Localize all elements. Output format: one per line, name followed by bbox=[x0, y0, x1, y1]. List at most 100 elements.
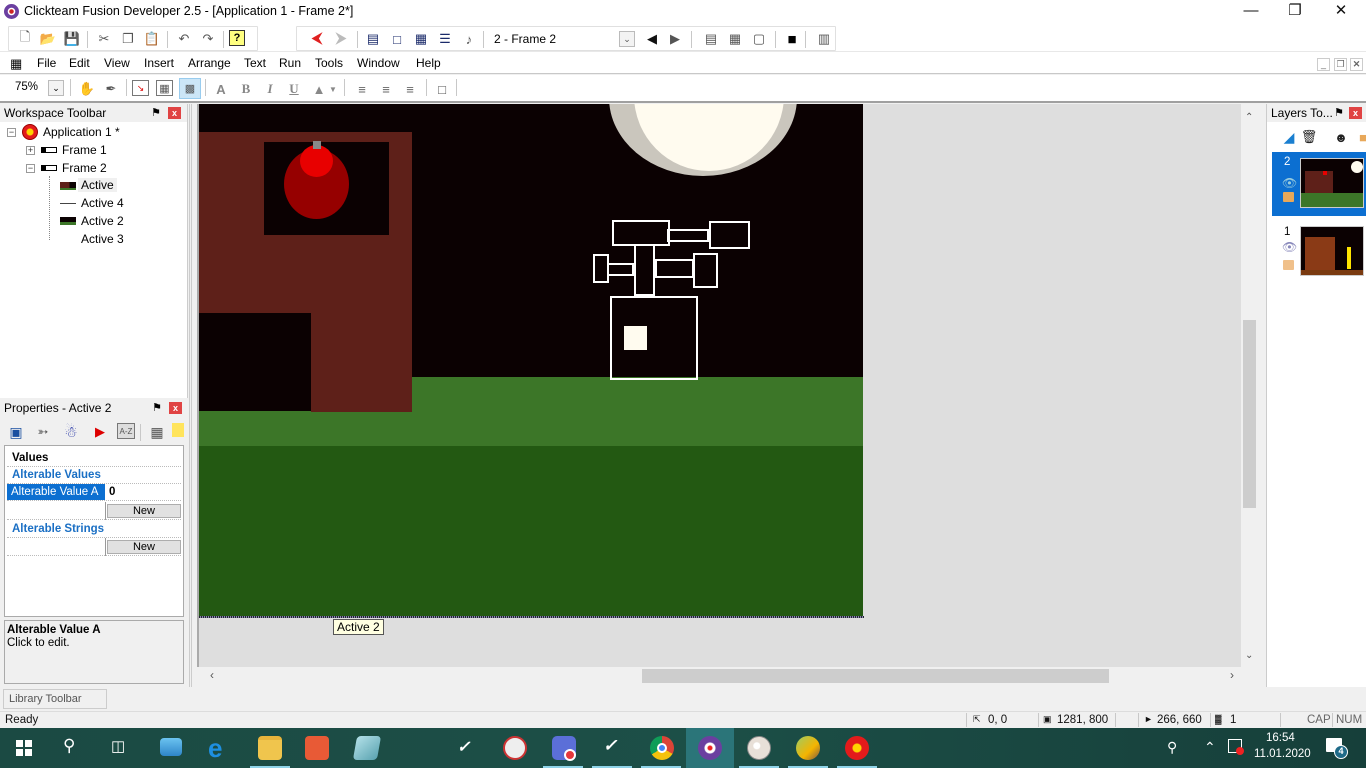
menu-run[interactable]: Run bbox=[279, 56, 301, 70]
task-view-icon[interactable]: ◫ bbox=[111, 737, 125, 755]
event-editor-icon[interactable]: ▦ bbox=[411, 30, 431, 48]
people-icon[interactable]: ⚲ bbox=[1167, 739, 1177, 756]
scroll-down-icon[interactable]: ⌄ bbox=[1245, 650, 1253, 661]
fill-color-dropdown-icon[interactable]: ▼ bbox=[328, 80, 338, 98]
brush-icon[interactable]: ✒ bbox=[101, 80, 121, 98]
help-icon[interactable]: ? bbox=[229, 30, 245, 46]
minimize-button[interactable]: — bbox=[1228, 0, 1274, 24]
fit-to-window-icon[interactable]: □ bbox=[432, 80, 452, 98]
flash-icon[interactable]: ✓ bbox=[457, 737, 470, 757]
size-position-tab-icon[interactable]: ➳ bbox=[33, 423, 53, 441]
next-frame-button[interactable]: ▶ bbox=[665, 30, 685, 48]
menu-insert[interactable]: Insert bbox=[144, 56, 174, 70]
new-alterable-value-button[interactable]: New bbox=[107, 504, 181, 518]
clock-date[interactable]: 11.01.2020 bbox=[1254, 748, 1311, 760]
menu-help[interactable]: Help bbox=[416, 56, 441, 70]
alterable-value-a-row[interactable]: Alterable Value A 0 bbox=[7, 484, 181, 501]
runtime-options-tab-icon[interactable]: ▶ bbox=[90, 423, 110, 441]
redo-icon[interactable]: ↷ bbox=[198, 30, 218, 48]
vertical-scrollbar[interactable]: ⌃ ⌄ bbox=[1241, 104, 1258, 667]
events-tab-icon[interactable]: ▦ bbox=[147, 423, 167, 441]
horizontal-scroll-thumb[interactable] bbox=[642, 669, 1109, 683]
prev-frame-button[interactable]: ◀ bbox=[642, 30, 662, 48]
presentation-icon[interactable] bbox=[305, 736, 329, 760]
storyboard-editor-icon[interactable]: ▤ bbox=[363, 30, 383, 48]
visibility-eye-icon[interactable]: 👁 bbox=[1282, 240, 1297, 254]
alterable-values-header[interactable]: Alterable Values bbox=[7, 467, 181, 484]
lock-icon[interactable] bbox=[1283, 260, 1294, 270]
expand-icon[interactable]: + bbox=[26, 146, 35, 155]
map-app-icon[interactable] bbox=[796, 736, 820, 760]
show-hidden-icons[interactable]: ⌃ bbox=[1204, 739, 1216, 756]
close-panel-icon[interactable]: x bbox=[168, 107, 181, 119]
grass-dark[interactable] bbox=[199, 446, 863, 617]
layer-item-2[interactable]: 2 👁 bbox=[1272, 152, 1366, 216]
mdi-minimize-button[interactable]: _ bbox=[1317, 58, 1330, 71]
event-list-icon[interactable]: ☰ bbox=[435, 30, 455, 48]
menu-view[interactable]: View bbox=[104, 56, 130, 70]
show-grid-icon[interactable]: ▦ bbox=[156, 80, 173, 96]
back-icon[interactable]: ⮜ bbox=[307, 30, 327, 48]
undo-icon[interactable]: ↶ bbox=[174, 30, 194, 48]
clickteam-red-icon[interactable] bbox=[845, 736, 869, 760]
grid-dense-icon[interactable]: ▩ bbox=[179, 78, 201, 99]
scroll-right-icon[interactable]: › bbox=[1230, 668, 1234, 682]
layer-item-1[interactable]: 1 👁 bbox=[1272, 222, 1366, 278]
frame-select-dropdown-icon[interactable]: ⌄ bbox=[619, 31, 635, 47]
library-toolbar-tab[interactable]: Library Toolbar bbox=[3, 689, 107, 709]
tree-item-application[interactable]: Application 1 * bbox=[43, 125, 120, 139]
mdi-restore-button[interactable]: ❐ bbox=[1334, 58, 1347, 71]
scroll-up-icon[interactable]: ⌃ bbox=[1245, 112, 1253, 123]
frame-select[interactable]: 2 - Frame 2 bbox=[489, 30, 639, 48]
close-panel-icon[interactable]: x bbox=[1349, 107, 1362, 119]
tree-item-active-3[interactable]: Active 3 bbox=[81, 232, 124, 246]
open-icon[interactable]: 📂 bbox=[38, 30, 58, 48]
document-menu-icon[interactable]: ▦ bbox=[10, 56, 22, 72]
edge-icon[interactable]: e bbox=[208, 733, 222, 764]
alterable-strings-header[interactable]: Alterable Strings bbox=[7, 521, 181, 538]
new-icon[interactable]: 🗋 bbox=[15, 29, 35, 48]
fill-color-icon[interactable]: ▲ bbox=[309, 80, 329, 98]
snap-to-grid-icon[interactable]: ↘ bbox=[132, 80, 149, 96]
panel-splitter[interactable] bbox=[189, 104, 192, 687]
frame-editor-icon[interactable]: □ bbox=[387, 30, 407, 48]
flash-2-icon[interactable]: ✓ bbox=[603, 736, 617, 756]
clock-time[interactable]: 16:54 bbox=[1266, 732, 1295, 744]
start-button[interactable] bbox=[16, 740, 32, 756]
align-center-icon[interactable]: ≡ bbox=[376, 80, 396, 98]
scroll-left-icon[interactable]: ‹ bbox=[210, 668, 214, 682]
hand-icon[interactable]: ✋ bbox=[77, 80, 97, 98]
menu-text[interactable]: Text bbox=[244, 56, 266, 70]
underline-button[interactable]: U bbox=[284, 80, 304, 98]
menu-file[interactable]: File bbox=[37, 56, 56, 70]
new-alterable-string-button[interactable]: New bbox=[107, 540, 181, 554]
data-elements-icon[interactable]: ♪ bbox=[459, 30, 479, 48]
align-left-icon[interactable]: ≡ bbox=[352, 80, 372, 98]
alterable-value-a-value[interactable]: 0 bbox=[109, 484, 115, 500]
file-explorer-icon[interactable] bbox=[258, 736, 282, 760]
delete-layer-icon[interactable]: 🗑 bbox=[1299, 128, 1319, 146]
pin-icon[interactable]: ⚑ bbox=[151, 106, 161, 119]
values-tab-icon[interactable]: A-Z bbox=[117, 423, 135, 439]
zoom-dropdown-icon[interactable]: ⌄ bbox=[48, 80, 64, 96]
tree-item-active-4[interactable]: Active 4 bbox=[81, 196, 124, 210]
about-tab-icon[interactable] bbox=[172, 423, 184, 437]
paint-icon[interactable] bbox=[747, 736, 771, 760]
clickteam-fusion-icon[interactable] bbox=[698, 736, 722, 760]
frame-canvas[interactable] bbox=[199, 104, 863, 617]
pin-icon[interactable]: ⚑ bbox=[152, 401, 162, 414]
add-layer-icon[interactable]: ◢ bbox=[1279, 128, 1299, 146]
search-icon[interactable]: ⚲ bbox=[63, 736, 75, 756]
collapse-icon[interactable]: − bbox=[26, 164, 35, 173]
forward-icon[interactable]: ⮞ bbox=[331, 30, 351, 48]
run-frame-icon[interactable]: ▤ bbox=[701, 30, 721, 48]
tree-item-active[interactable]: Active bbox=[78, 178, 117, 192]
copy-icon[interactable]: ❐ bbox=[118, 30, 138, 48]
paste-icon[interactable]: 📋 bbox=[142, 30, 162, 48]
menu-window[interactable]: Window bbox=[357, 56, 400, 70]
movement-tab-icon[interactable]: ☃ bbox=[61, 423, 81, 441]
font-icon[interactable]: A bbox=[211, 80, 231, 98]
alterable-value-a-label[interactable]: Alterable Value A bbox=[7, 484, 105, 500]
menu-arrange[interactable]: Arrange bbox=[188, 56, 231, 70]
zoom-select[interactable]: 75% bbox=[15, 81, 38, 93]
